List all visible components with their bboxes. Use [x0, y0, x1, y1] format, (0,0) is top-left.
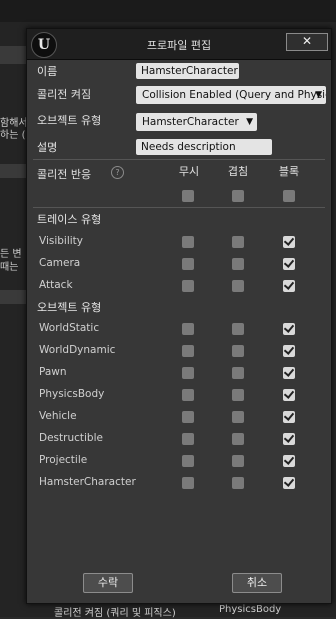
all-overlap-checkbox[interactable] [232, 190, 244, 202]
bg-object-type-value: PhysicsBody [219, 604, 282, 615]
name-label: 이름 [37, 65, 58, 78]
row-label-destructible: Destructible [39, 432, 103, 444]
destructible-overlap-checkbox[interactable] [232, 433, 244, 445]
cancel-button[interactable]: 취소 [232, 573, 282, 593]
visibility-ignore-checkbox[interactable] [182, 236, 194, 248]
object-type-dropdown[interactable]: HamsterCharacter ▼ [136, 113, 257, 131]
divider [33, 207, 325, 208]
all-block-checkbox[interactable] [283, 190, 295, 202]
bg-text-line: 하는 ( [0, 130, 26, 141]
bg-text-line: 든 변 [0, 249, 22, 260]
row-label-hamstercharacter: HamsterCharacter [39, 476, 136, 488]
all-ignore-checkbox[interactable] [182, 190, 194, 202]
divider [33, 159, 325, 160]
object-type-value: HamsterCharacter [142, 116, 239, 128]
hamstercharacter-ignore-checkbox[interactable] [182, 477, 194, 489]
collision-enabled-value: Collision Enabled (Query and Physics) [142, 89, 326, 101]
row-label-attack: Attack [39, 279, 73, 291]
worlddynamic-block-checkbox[interactable] [283, 345, 295, 357]
row-label-visibility: Visibility [39, 235, 84, 247]
dialog-titlebar[interactable]: U 프로파일 편집 ✕ [27, 29, 331, 60]
column-block: 블록 [278, 165, 300, 178]
physicsbody-block-checkbox[interactable] [283, 389, 295, 401]
visibility-block-checkbox[interactable] [283, 236, 295, 248]
worlddynamic-overlap-checkbox[interactable] [232, 345, 244, 357]
pawn-overlap-checkbox[interactable] [232, 367, 244, 379]
worldstatic-block-checkbox[interactable] [283, 323, 295, 335]
row-label-projectile: Projectile [39, 454, 88, 466]
projectile-overlap-checkbox[interactable] [232, 455, 244, 467]
worlddynamic-ignore-checkbox[interactable] [182, 345, 194, 357]
destructible-ignore-checkbox[interactable] [182, 433, 194, 445]
row-label-worlddynamic: WorldDynamic [39, 344, 116, 356]
chevron-down-icon: ▼ [246, 117, 253, 127]
hamstercharacter-block-checkbox[interactable] [283, 477, 295, 489]
physicsbody-ignore-checkbox[interactable] [182, 389, 194, 401]
vehicle-ignore-checkbox[interactable] [182, 411, 194, 423]
pawn-ignore-checkbox[interactable] [182, 367, 194, 379]
trace-type-section-title: 트레이스 유형 [37, 213, 102, 226]
projectile-block-checkbox[interactable] [283, 455, 295, 467]
worldstatic-ignore-checkbox[interactable] [182, 323, 194, 335]
visibility-overlap-checkbox[interactable] [232, 236, 244, 248]
accept-button[interactable]: 수락 [83, 573, 133, 593]
camera-ignore-checkbox[interactable] [182, 258, 194, 270]
pawn-block-checkbox[interactable] [283, 367, 295, 379]
editor-top-bar [0, 0, 336, 22]
row-label-vehicle: Vehicle [39, 410, 77, 422]
destructible-block-checkbox[interactable] [283, 433, 295, 445]
name-field[interactable]: HamsterCharacter [136, 63, 239, 79]
attack-overlap-checkbox[interactable] [232, 280, 244, 292]
description-label: 설명 [37, 141, 58, 154]
collision-enabled-label: 콜리전 켜짐 [37, 88, 92, 101]
physicsbody-overlap-checkbox[interactable] [232, 389, 244, 401]
row-label-worldstatic: WorldStatic [39, 322, 100, 334]
worldstatic-overlap-checkbox[interactable] [232, 323, 244, 335]
object-type-label: 오브젝트 유형 [37, 114, 102, 127]
camera-overlap-checkbox[interactable] [232, 258, 244, 270]
column-overlap: 겹침 [227, 165, 249, 178]
attack-block-checkbox[interactable] [283, 280, 295, 292]
object-type-section-title: 오브젝트 유형 [37, 301, 102, 314]
bg-text-line: 함해서 [0, 118, 28, 129]
attack-ignore-checkbox[interactable] [182, 280, 194, 292]
collision-response-label: 콜리전 반응 [37, 168, 92, 181]
row-label-pawn: Pawn [39, 366, 67, 378]
description-field[interactable]: Needs description [136, 139, 272, 155]
hamstercharacter-overlap-checkbox[interactable] [232, 477, 244, 489]
camera-block-checkbox[interactable] [283, 258, 295, 270]
vehicle-block-checkbox[interactable] [283, 411, 295, 423]
projectile-ignore-checkbox[interactable] [182, 455, 194, 467]
row-label-physicsbody: PhysicsBody [39, 388, 105, 400]
collision-enabled-dropdown[interactable]: Collision Enabled (Query and Physics) ▼ [136, 86, 326, 104]
column-ignore: 무시 [178, 165, 200, 178]
help-icon[interactable]: ? [111, 166, 124, 179]
edit-profile-dialog: U 프로파일 편집 ✕ 이름 HamsterCharacter 콜리전 켜짐 C… [26, 28, 332, 604]
vehicle-overlap-checkbox[interactable] [232, 411, 244, 423]
close-button[interactable]: ✕ [286, 33, 328, 51]
row-label-camera: Camera [39, 257, 81, 269]
chevron-down-icon: ▼ [315, 90, 322, 100]
bg-text-line: 때는 [0, 262, 19, 273]
